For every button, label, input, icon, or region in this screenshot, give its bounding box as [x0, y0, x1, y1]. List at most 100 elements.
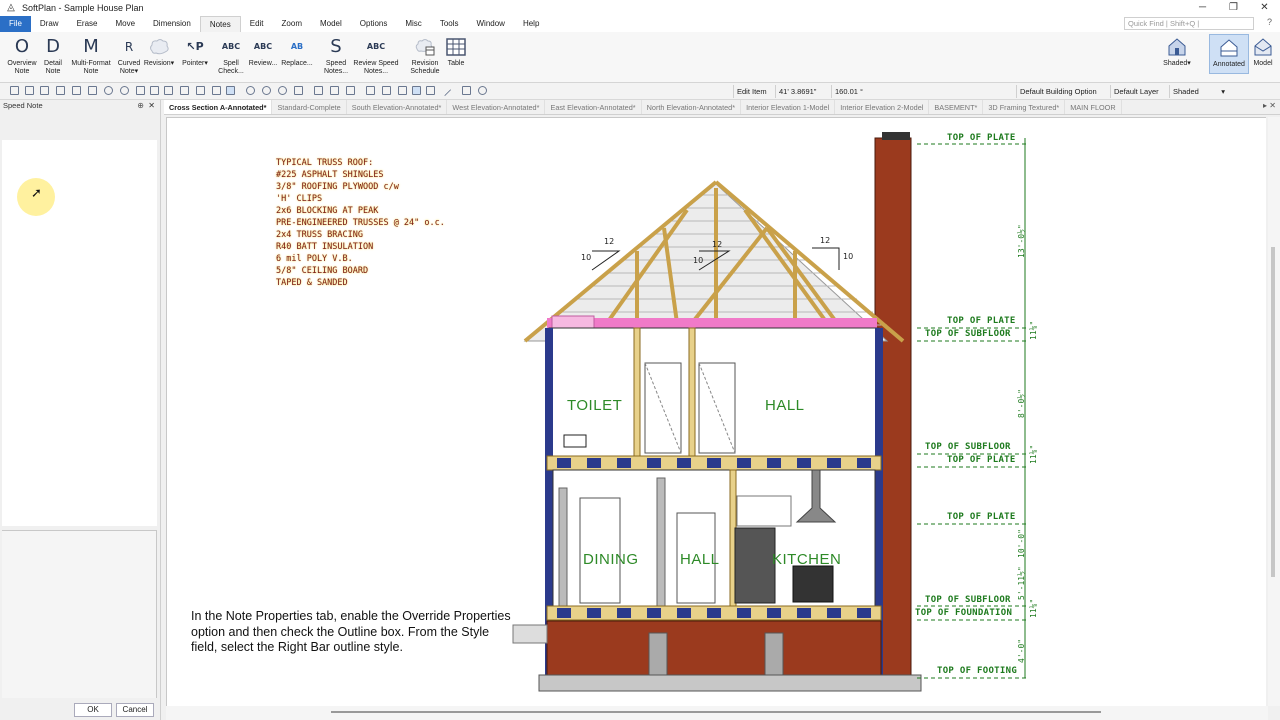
menu-tools[interactable]: Tools — [431, 16, 468, 32]
tab-controls[interactable]: ▸ ✕ — [1263, 101, 1276, 110]
save-icon[interactable] — [10, 86, 19, 95]
detail-note-button[interactable]: D Detail Note — [40, 34, 66, 76]
link-icon[interactable] — [150, 86, 159, 95]
menu-model[interactable]: Model — [311, 16, 351, 32]
view-icon[interactable] — [412, 86, 421, 95]
cancel-button[interactable]: Cancel — [116, 703, 154, 717]
menu-notes[interactable]: Notes — [199, 16, 241, 32]
tab-east-elevation[interactable]: East Elevation-Annotated* — [545, 100, 642, 114]
pencil-icon[interactable] — [88, 86, 97, 95]
window-icon[interactable] — [398, 86, 407, 95]
redo-icon[interactable] — [120, 86, 129, 95]
menu-dimension[interactable]: Dimension — [144, 16, 200, 32]
overview-note-button[interactable]: O Overview Note — [6, 34, 38, 76]
quick-find-input[interactable]: Quick Find | Shift+Q | — [1124, 17, 1254, 30]
table-button[interactable]: Table — [443, 34, 469, 68]
layer-icon[interactable] — [314, 86, 323, 95]
horizontal-scrollbar[interactable] — [166, 706, 1268, 720]
speed-notes-button[interactable]: S Speed Notes... — [322, 34, 350, 76]
drawing-canvas[interactable]: TYPICAL TRUSS ROOF: #225 ASPHALT SHINGLE… — [166, 117, 1266, 706]
zoom-extents-icon[interactable] — [294, 86, 303, 95]
replace-button[interactable]: AB Replace... — [280, 34, 314, 68]
tab-interior-elevation-1[interactable]: Interior Elevation 1-Model — [741, 100, 836, 114]
revision-schedule-button[interactable]: Revision Schedule — [408, 34, 442, 76]
tab-3d-framing[interactable]: 3D Framing Textured* — [983, 100, 1066, 114]
snap-icon[interactable] — [346, 86, 355, 95]
annotated-view-label: Annotated — [1213, 61, 1245, 68]
tab-west-elevation[interactable]: West Elevation-Annotated* — [447, 100, 546, 114]
menu-file[interactable]: File — [0, 16, 31, 32]
tab-basement[interactable]: BASEMENT* — [929, 100, 984, 114]
zoom-in-icon[interactable] — [246, 86, 255, 95]
help-icon[interactable]: ? — [1267, 17, 1272, 27]
upper-cabinets — [736, 495, 792, 527]
stretch-icon[interactable] — [180, 86, 189, 95]
scroll-thumb[interactable] — [1271, 247, 1275, 577]
tab-north-elevation[interactable]: North Elevation-Annotated* — [642, 100, 742, 114]
grid-icon[interactable] — [330, 86, 339, 95]
spell-check-icon: ABC — [221, 42, 241, 51]
spell-check-button[interactable]: ABC Spell Check... — [214, 34, 248, 76]
model-view-button[interactable]: Model — [1250, 34, 1276, 68]
annotated-view-button[interactable]: Annotated — [1209, 34, 1249, 74]
zoom-window-icon[interactable] — [278, 86, 287, 95]
paint-icon[interactable] — [72, 86, 81, 95]
menu-options[interactable]: Options — [351, 16, 397, 32]
move-icon[interactable] — [164, 86, 173, 95]
restore-icon[interactable]: ❐ — [1218, 0, 1249, 16]
lock-icon[interactable] — [40, 86, 49, 95]
render-icon[interactable] — [426, 86, 435, 95]
ok-button[interactable]: OK — [74, 703, 112, 717]
menu-window[interactable]: Window — [468, 16, 514, 32]
select-icon[interactable] — [226, 86, 235, 95]
tab-south-elevation[interactable]: South Elevation-Annotated* — [347, 100, 448, 114]
level-label: TOP OF PLATE — [947, 455, 1016, 465]
menu-zoom[interactable]: Zoom — [273, 16, 311, 32]
building-option-select[interactable]: Default Building Option — [1016, 85, 1100, 98]
rectangle-icon[interactable] — [462, 86, 471, 95]
zoom-out-icon[interactable] — [262, 86, 271, 95]
dimension-icon[interactable] — [366, 86, 375, 95]
tab-standard-complete[interactable]: Standard-Complete — [272, 100, 347, 114]
text-icon[interactable] — [382, 86, 391, 95]
close-icon[interactable]: ✕ — [1249, 0, 1280, 16]
menu-move[interactable]: Move — [106, 16, 144, 32]
mirror-icon[interactable] — [212, 86, 221, 95]
minimize-icon[interactable]: ─ — [1187, 0, 1218, 16]
pin-icon[interactable]: ⊕ — [137, 100, 144, 112]
multi-format-note-button[interactable]: M Multi-Format Note — [68, 34, 114, 76]
pointer-button[interactable]: ↖P Pointer▾ — [180, 34, 210, 68]
review-button[interactable]: ABC Review... — [247, 34, 279, 68]
vertical-scrollbar[interactable] — [1268, 117, 1280, 706]
revision-schedule-label: Revision Schedule — [410, 60, 440, 75]
menu-erase[interactable]: Erase — [68, 16, 107, 32]
revision-button[interactable]: Revision▾ — [143, 34, 175, 68]
tab-interior-elevation-2[interactable]: Interior Elevation 2-Model — [835, 100, 930, 114]
menu-misc[interactable]: Misc — [396, 16, 430, 32]
pitch-rise: 12 — [820, 236, 831, 245]
room-label: DINING — [583, 551, 639, 568]
menu-help[interactable]: Help — [514, 16, 548, 32]
print-icon[interactable] — [25, 86, 34, 95]
curved-note-button[interactable]: R Curved Note▾ — [115, 34, 143, 76]
menu-edit[interactable]: Edit — [241, 16, 273, 32]
multi-format-note-label: Multi-Format Note — [71, 60, 111, 75]
undo-icon[interactable] — [104, 86, 113, 95]
tab-cross-section-a[interactable]: Cross Section A-Annotated* — [164, 100, 273, 114]
review-speed-notes-button[interactable]: ABC Review Speed Notes... — [351, 34, 401, 76]
pin-icon[interactable] — [478, 86, 487, 95]
copy-icon[interactable] — [56, 86, 65, 95]
house-model-icon — [1250, 34, 1276, 60]
rotate-icon[interactable] — [196, 86, 205, 95]
eraser-icon[interactable] — [136, 86, 145, 95]
replace-icon: AB — [290, 42, 304, 51]
scroll-thumb[interactable] — [331, 711, 1101, 713]
shaded-view-button[interactable]: Shaded▾ — [1161, 34, 1193, 68]
render-mode-select[interactable]: Shaded ▾ — [1169, 85, 1229, 98]
mouse-cursor-icon: ➚ — [31, 185, 42, 200]
tab-main-floor[interactable]: MAIN FLOOR — [1065, 100, 1122, 114]
room-label: KITCHEN — [772, 551, 842, 568]
close-icon[interactable]: ✕ — [148, 100, 155, 112]
menu-draw[interactable]: Draw — [31, 16, 68, 32]
layer-select[interactable]: Default Layer — [1110, 85, 1162, 98]
